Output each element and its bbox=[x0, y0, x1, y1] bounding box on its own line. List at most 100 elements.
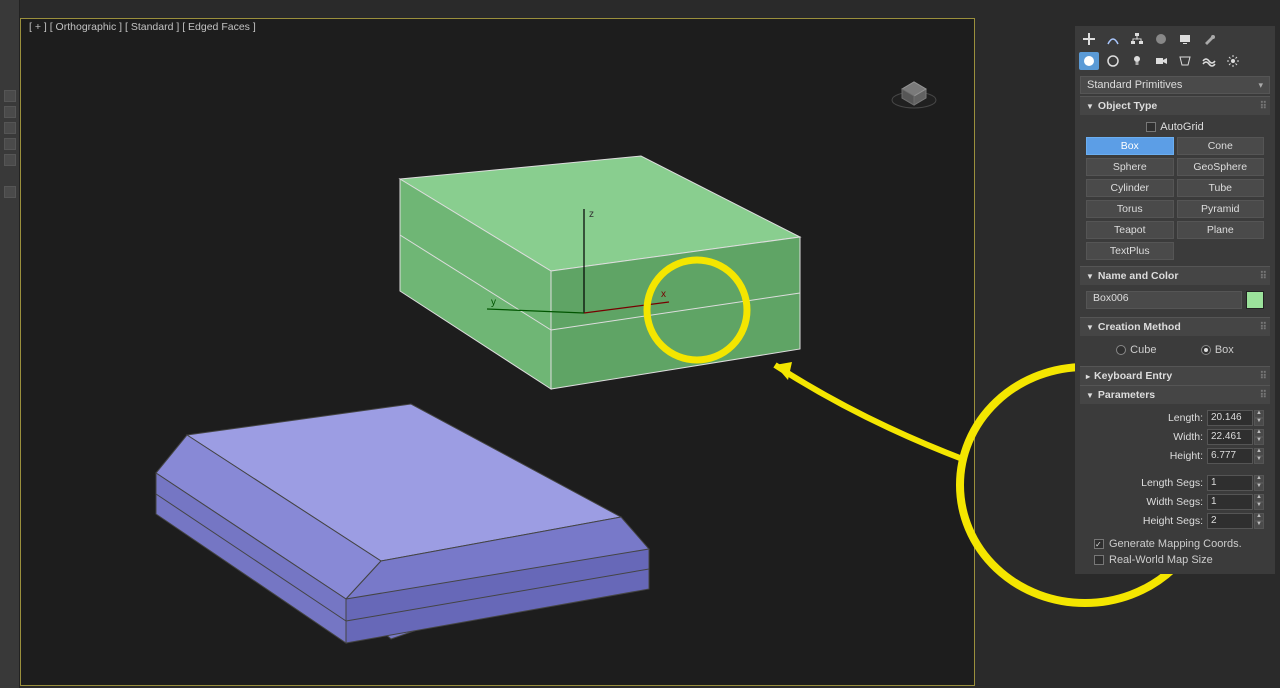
spacewarps-icon[interactable] bbox=[1199, 52, 1219, 70]
grip-icon: ⠿ bbox=[1260, 390, 1266, 401]
main-tab-bar bbox=[1075, 26, 1275, 50]
spinner-up-icon[interactable]: ▲ bbox=[1254, 494, 1264, 502]
cylinder-button[interactable]: Cylinder bbox=[1086, 179, 1174, 197]
width-segs-spinner[interactable]: 1 ▲▼ bbox=[1207, 494, 1264, 510]
rollout-title: Creation Method bbox=[1098, 321, 1181, 333]
height-label: Height: bbox=[1170, 450, 1203, 462]
strip-slot[interactable] bbox=[4, 154, 16, 166]
create-tab-icon[interactable] bbox=[1079, 30, 1099, 48]
grip-icon: ⠿ bbox=[1260, 101, 1266, 112]
parameters-rollout: ▼ Parameters ⠿ Length: 20.146 ▲▼ Width: … bbox=[1080, 385, 1270, 574]
display-tab-icon[interactable] bbox=[1175, 30, 1195, 48]
box-button[interactable]: Box bbox=[1086, 137, 1174, 155]
grip-icon: ⠿ bbox=[1260, 271, 1266, 282]
height-segs-label: Height Segs: bbox=[1143, 515, 1203, 527]
axis-z-label: z bbox=[589, 209, 594, 220]
teapot-button[interactable]: Teapot bbox=[1086, 221, 1174, 239]
rollout-title: Parameters bbox=[1098, 389, 1155, 401]
left-toolbar-strip bbox=[0, 0, 20, 688]
geometry-icon[interactable] bbox=[1079, 52, 1099, 70]
blue-box-object[interactable] bbox=[156, 404, 649, 643]
parameters-header[interactable]: ▼ Parameters ⠿ bbox=[1080, 385, 1270, 404]
expand-icon: ▸ bbox=[1086, 372, 1090, 381]
object-color-swatch[interactable] bbox=[1246, 291, 1264, 309]
height-segs-spinner[interactable]: 2 ▲▼ bbox=[1207, 513, 1264, 529]
collapse-icon: ▼ bbox=[1086, 323, 1094, 332]
hierarchy-tab-icon[interactable] bbox=[1127, 30, 1147, 48]
primitive-category-dropdown[interactable]: Standard Primitives bbox=[1080, 76, 1270, 94]
rollout-title: Name and Color bbox=[1098, 270, 1179, 282]
creation-method-rollout: ▼ Creation Method ⠿ Cube Box bbox=[1080, 317, 1270, 366]
axis-x-label: x bbox=[661, 289, 666, 300]
command-panel: Standard Primitives ▼ Object Type ⠿ Auto… bbox=[1075, 26, 1275, 574]
length-segs-label: Length Segs: bbox=[1141, 477, 1203, 489]
grip-icon: ⠿ bbox=[1260, 322, 1266, 333]
collapse-icon: ▼ bbox=[1086, 391, 1094, 400]
green-box-object[interactable] bbox=[400, 156, 800, 389]
length-spinner[interactable]: 20.146 ▲▼ bbox=[1207, 410, 1264, 426]
checkbox-icon bbox=[1094, 555, 1104, 565]
systems-icon[interactable] bbox=[1223, 52, 1243, 70]
textplus-button[interactable]: TextPlus bbox=[1086, 242, 1174, 260]
plane-button[interactable]: Plane bbox=[1177, 221, 1265, 239]
width-segs-label: Width Segs: bbox=[1146, 496, 1203, 508]
rollout-title: Object Type bbox=[1098, 100, 1157, 112]
generate-mapping-checkbox[interactable]: Generate Mapping Coords. bbox=[1086, 536, 1264, 552]
modify-tab-icon[interactable] bbox=[1103, 30, 1123, 48]
keyboard-entry-rollout: ▸ Keyboard Entry ⠿ bbox=[1080, 366, 1270, 385]
spinner-down-icon[interactable]: ▼ bbox=[1254, 456, 1264, 464]
collapse-icon: ▼ bbox=[1086, 102, 1094, 111]
torus-button[interactable]: Torus bbox=[1086, 200, 1174, 218]
autogrid-label: AutoGrid bbox=[1160, 121, 1203, 133]
utilities-tab-icon[interactable] bbox=[1199, 30, 1219, 48]
shapes-icon[interactable] bbox=[1103, 52, 1123, 70]
spinner-down-icon[interactable]: ▼ bbox=[1254, 437, 1264, 445]
spinner-up-icon[interactable]: ▲ bbox=[1254, 429, 1264, 437]
viewport[interactable]: [ + ] [ Orthographic ] [ Standard ] [ Ed… bbox=[20, 18, 975, 686]
checkbox-icon bbox=[1146, 122, 1156, 132]
pyramid-button[interactable]: Pyramid bbox=[1177, 200, 1265, 218]
name-color-header[interactable]: ▼ Name and Color ⠿ bbox=[1080, 266, 1270, 285]
geosphere-button[interactable]: GeoSphere bbox=[1177, 158, 1265, 176]
spinner-up-icon[interactable]: ▲ bbox=[1254, 475, 1264, 483]
spinner-up-icon[interactable]: ▲ bbox=[1254, 513, 1264, 521]
axis-y-label: y bbox=[491, 297, 496, 308]
helpers-icon[interactable] bbox=[1175, 52, 1195, 70]
lights-icon[interactable] bbox=[1127, 52, 1147, 70]
box-radio[interactable]: Box bbox=[1201, 344, 1234, 356]
spinner-up-icon[interactable]: ▲ bbox=[1254, 448, 1264, 456]
cameras-icon[interactable] bbox=[1151, 52, 1171, 70]
checkbox-icon bbox=[1094, 539, 1104, 549]
length-label: Length: bbox=[1168, 412, 1203, 424]
width-spinner[interactable]: 22.461 ▲▼ bbox=[1207, 429, 1264, 445]
rollout-title: Keyboard Entry bbox=[1094, 370, 1172, 382]
strip-slot[interactable] bbox=[4, 186, 16, 198]
spinner-down-icon[interactable]: ▼ bbox=[1254, 483, 1264, 491]
name-color-rollout: ▼ Name and Color ⠿ Box006 bbox=[1080, 266, 1270, 317]
length-segs-spinner[interactable]: 1 ▲▼ bbox=[1207, 475, 1264, 491]
creation-method-header[interactable]: ▼ Creation Method ⠿ bbox=[1080, 317, 1270, 336]
height-spinner[interactable]: 6.777 ▲▼ bbox=[1207, 448, 1264, 464]
object-type-header[interactable]: ▼ Object Type ⠿ bbox=[1080, 96, 1270, 115]
cone-button[interactable]: Cone bbox=[1177, 137, 1265, 155]
cube-radio[interactable]: Cube bbox=[1116, 344, 1156, 356]
strip-slot[interactable] bbox=[4, 106, 16, 118]
strip-slot[interactable] bbox=[4, 138, 16, 150]
strip-slot[interactable] bbox=[4, 122, 16, 134]
spinner-down-icon[interactable]: ▼ bbox=[1254, 502, 1264, 510]
sphere-button[interactable]: Sphere bbox=[1086, 158, 1174, 176]
tube-button[interactable]: Tube bbox=[1177, 179, 1265, 197]
real-world-map-checkbox[interactable]: Real-World Map Size bbox=[1086, 552, 1264, 568]
spinner-down-icon[interactable]: ▼ bbox=[1254, 521, 1264, 529]
sub-category-bar bbox=[1075, 50, 1275, 74]
spinner-down-icon[interactable]: ▼ bbox=[1254, 418, 1264, 426]
strip-slot[interactable] bbox=[4, 90, 16, 102]
width-label: Width: bbox=[1173, 431, 1203, 443]
keyboard-entry-header[interactable]: ▸ Keyboard Entry ⠿ bbox=[1080, 366, 1270, 385]
autogrid-checkbox[interactable]: AutoGrid bbox=[1086, 119, 1264, 137]
object-type-rollout: ▼ Object Type ⠿ AutoGrid Box Cone Sphere… bbox=[1080, 96, 1270, 266]
radio-icon bbox=[1116, 345, 1126, 355]
object-name-input[interactable]: Box006 bbox=[1086, 291, 1242, 309]
spinner-up-icon[interactable]: ▲ bbox=[1254, 410, 1264, 418]
motion-tab-icon[interactable] bbox=[1151, 30, 1171, 48]
